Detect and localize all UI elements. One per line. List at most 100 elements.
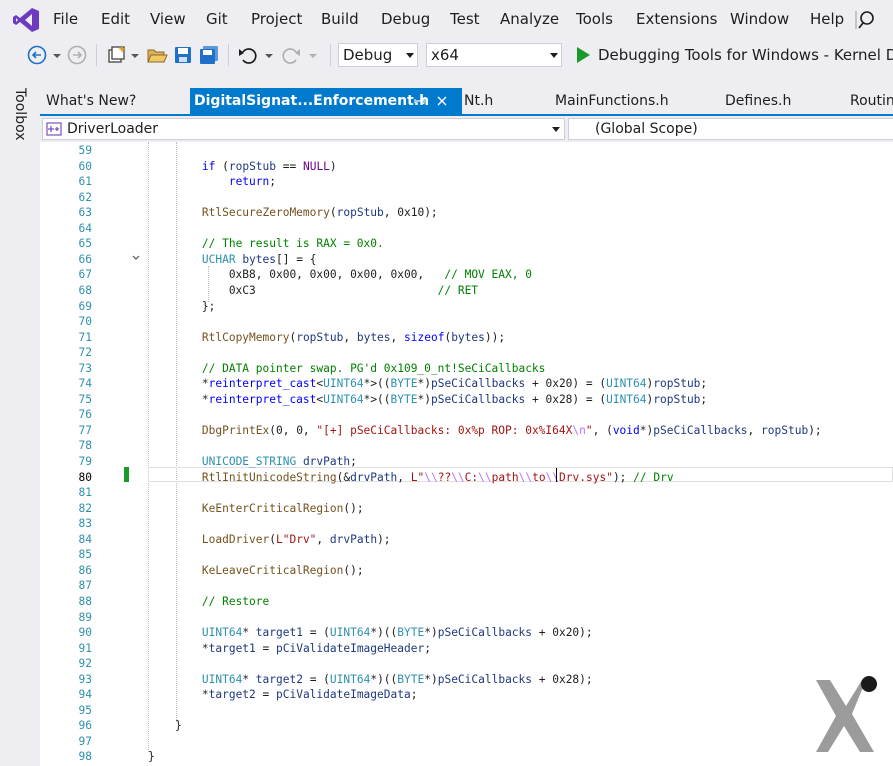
- menu-build[interactable]: Build: [321, 10, 359, 28]
- code-line[interactable]: 98}: [40, 749, 893, 765]
- code-line[interactable]: 92: [40, 656, 893, 672]
- pin-icon[interactable]: [414, 95, 426, 107]
- code-line[interactable]: 94 *target2 = pCiValidateImageData;: [40, 687, 893, 703]
- menu-tools[interactable]: Tools: [576, 10, 613, 28]
- menu-extensions[interactable]: Extensions: [636, 10, 717, 28]
- code-line[interactable]: 96 }: [40, 718, 893, 734]
- forward-arrow-icon[interactable]: [66, 44, 88, 66]
- code-line[interactable]: 71 RtlCopyMemory(ropStub, bytes, sizeof(…: [40, 330, 893, 346]
- code-line[interactable]: 85: [40, 547, 893, 563]
- code-text: KeLeaveCriticalRegion();: [148, 563, 364, 579]
- code-line[interactable]: 68 0xC3 // RET: [40, 283, 893, 299]
- scope-select[interactable]: (Global Scope): [568, 118, 893, 140]
- code-line[interactable]: 80 RtlInitUnicodeString(&drvPath, L"\\??…: [40, 470, 893, 486]
- code-line[interactable]: 70: [40, 314, 893, 330]
- code-line[interactable]: 63 RtlSecureZeroMemory(ropStub, 0x10);: [40, 205, 893, 221]
- menu-test[interactable]: Test: [450, 10, 480, 28]
- menu-view[interactable]: View: [150, 10, 186, 28]
- text-caret: [556, 468, 557, 482]
- save-icon[interactable]: [172, 44, 194, 66]
- platform-select[interactable]: x64: [426, 43, 562, 67]
- tab-label: DigitalSignat...Enforcement.h: [194, 93, 430, 109]
- code-token: if: [201, 159, 216, 173]
- menu-git[interactable]: Git: [206, 10, 228, 28]
- code-token: bytes: [451, 330, 485, 344]
- code-line[interactable]: 79 UNICODE_STRING drvPath;: [40, 454, 893, 470]
- code-line[interactable]: 67 0xB8, 0x00, 0x00, 0x00, 0x00, // MOV …: [40, 267, 893, 283]
- tab-mainfunctions-h[interactable]: MainFunctions.h: [548, 88, 725, 114]
- code-line[interactable]: 77 DbgPrintEx(0, 0, "[+] pSeCiCallbacks:…: [40, 423, 893, 439]
- menu-help[interactable]: Help: [810, 10, 844, 28]
- code-token: + 0x20) = (: [525, 377, 607, 391]
- code-line[interactable]: 78: [40, 438, 893, 454]
- line-number: 91: [78, 641, 92, 655]
- menu-analyze[interactable]: Analyze: [500, 10, 559, 28]
- code-line[interactable]: 66 UCHAR bytes[] = {: [40, 252, 893, 268]
- code-token: reinterpret_cast: [208, 377, 317, 391]
- code-line[interactable]: 89: [40, 610, 893, 626]
- code-token: BYTE: [397, 626, 425, 640]
- overlay-x-logo-icon: [816, 676, 877, 752]
- line-number: 86: [78, 563, 92, 577]
- code-line[interactable]: 93 UINT64* target2 = (UINT64*)((BYTE*)pS…: [40, 672, 893, 688]
- menu-edit[interactable]: Edit: [101, 10, 130, 28]
- redo-icon[interactable]: [280, 44, 302, 66]
- project-select[interactable]: DriverLoader: [42, 118, 565, 140]
- code-line[interactable]: 64: [40, 221, 893, 237]
- code-line[interactable]: 84 LoadDriver(L"Drv", drvPath);: [40, 532, 893, 548]
- menu-window[interactable]: Window: [730, 10, 789, 28]
- code-token: UNICODE_STRING: [201, 455, 297, 468]
- code-line[interactable]: 61 return;: [40, 174, 893, 190]
- visual-studio-logo-icon[interactable]: [12, 6, 40, 34]
- code-line[interactable]: 88 // Restore: [40, 594, 893, 610]
- code-line[interactable]: 87: [40, 578, 893, 594]
- search-icon[interactable]: [850, 9, 874, 31]
- code-line[interactable]: 60 if (ropStub == NULL): [40, 159, 893, 175]
- code-line[interactable]: 91 *target1 = pCiValidateImageHeader;: [40, 641, 893, 657]
- code-line[interactable]: 74 *reinterpret_cast<UINT64*>((BYTE*)pSe…: [40, 376, 893, 392]
- code-token: Drv.sys": [559, 470, 613, 484]
- code-line[interactable]: 75 *reinterpret_cast<UINT64*>((BYTE*)pSe…: [40, 392, 893, 408]
- code-line[interactable]: 72: [40, 345, 893, 361]
- code-line[interactable]: 65 // The result is RAX = 0x0.: [40, 236, 893, 252]
- menu-project[interactable]: Project: [251, 10, 302, 28]
- toolbox-tab[interactable]: Toolbox: [12, 88, 28, 141]
- code-line[interactable]: 73 // DATA pointer swap. PG'd 0x109_0_nt…: [40, 361, 893, 377]
- menu-debug[interactable]: Debug: [381, 10, 430, 28]
- line-number: 79: [78, 455, 92, 468]
- code-line[interactable]: 95: [40, 703, 893, 719]
- code-line[interactable]: 97: [40, 734, 893, 750]
- code-token: *)((: [370, 672, 398, 686]
- undo-icon[interactable]: [237, 44, 259, 66]
- code-token: NULL: [302, 159, 330, 173]
- tab-whats-new[interactable]: What's New?: [40, 88, 196, 114]
- redo-dropdown-chevron-down-icon[interactable]: [306, 44, 328, 66]
- code-line[interactable]: 76: [40, 407, 893, 423]
- new-project-icon[interactable]: [106, 44, 128, 66]
- configuration-select[interactable]: Debug: [338, 43, 418, 67]
- start-debugging-play-icon[interactable]: [572, 44, 594, 66]
- code-line[interactable]: 69 };: [40, 299, 893, 315]
- code-line[interactable]: 59: [40, 143, 893, 159]
- code-line[interactable]: 83: [40, 516, 893, 532]
- back-arrow-icon[interactable]: [26, 44, 48, 66]
- code-line[interactable]: 82 KeEnterCriticalRegion();: [40, 501, 893, 517]
- code-line[interactable]: 81: [40, 485, 893, 501]
- start-debugging-button[interactable]: Debugging Tools for Windows - Kernel Deb…: [598, 46, 893, 64]
- code-token: ,: [316, 532, 330, 546]
- open-folder-icon[interactable]: [146, 44, 168, 66]
- line-number: 78: [78, 439, 92, 453]
- line-number: 82: [78, 501, 92, 515]
- code-token: ;: [350, 455, 357, 468]
- tab-nt-h[interactable]: Nt.h: [458, 88, 554, 114]
- tab-routines[interactable]: Routin: [843, 88, 893, 114]
- tab-defines-h[interactable]: Defines.h: [718, 88, 850, 114]
- tab-digitalsignatureenforcement-h[interactable]: DigitalSignat...Enforcement.h: [190, 88, 462, 114]
- code-text: RtlInitUnicodeString(&drvPath, L"\\??\\C…: [148, 470, 674, 486]
- code-line[interactable]: 62: [40, 190, 893, 206]
- save-all-icon[interactable]: [198, 44, 220, 66]
- code-line[interactable]: 86 KeLeaveCriticalRegion();: [40, 563, 893, 579]
- close-icon[interactable]: [436, 95, 448, 107]
- menu-file[interactable]: File: [53, 10, 78, 28]
- code-line[interactable]: 90 UINT64* target1 = (UINT64*)((BYTE*)pS…: [40, 625, 893, 641]
